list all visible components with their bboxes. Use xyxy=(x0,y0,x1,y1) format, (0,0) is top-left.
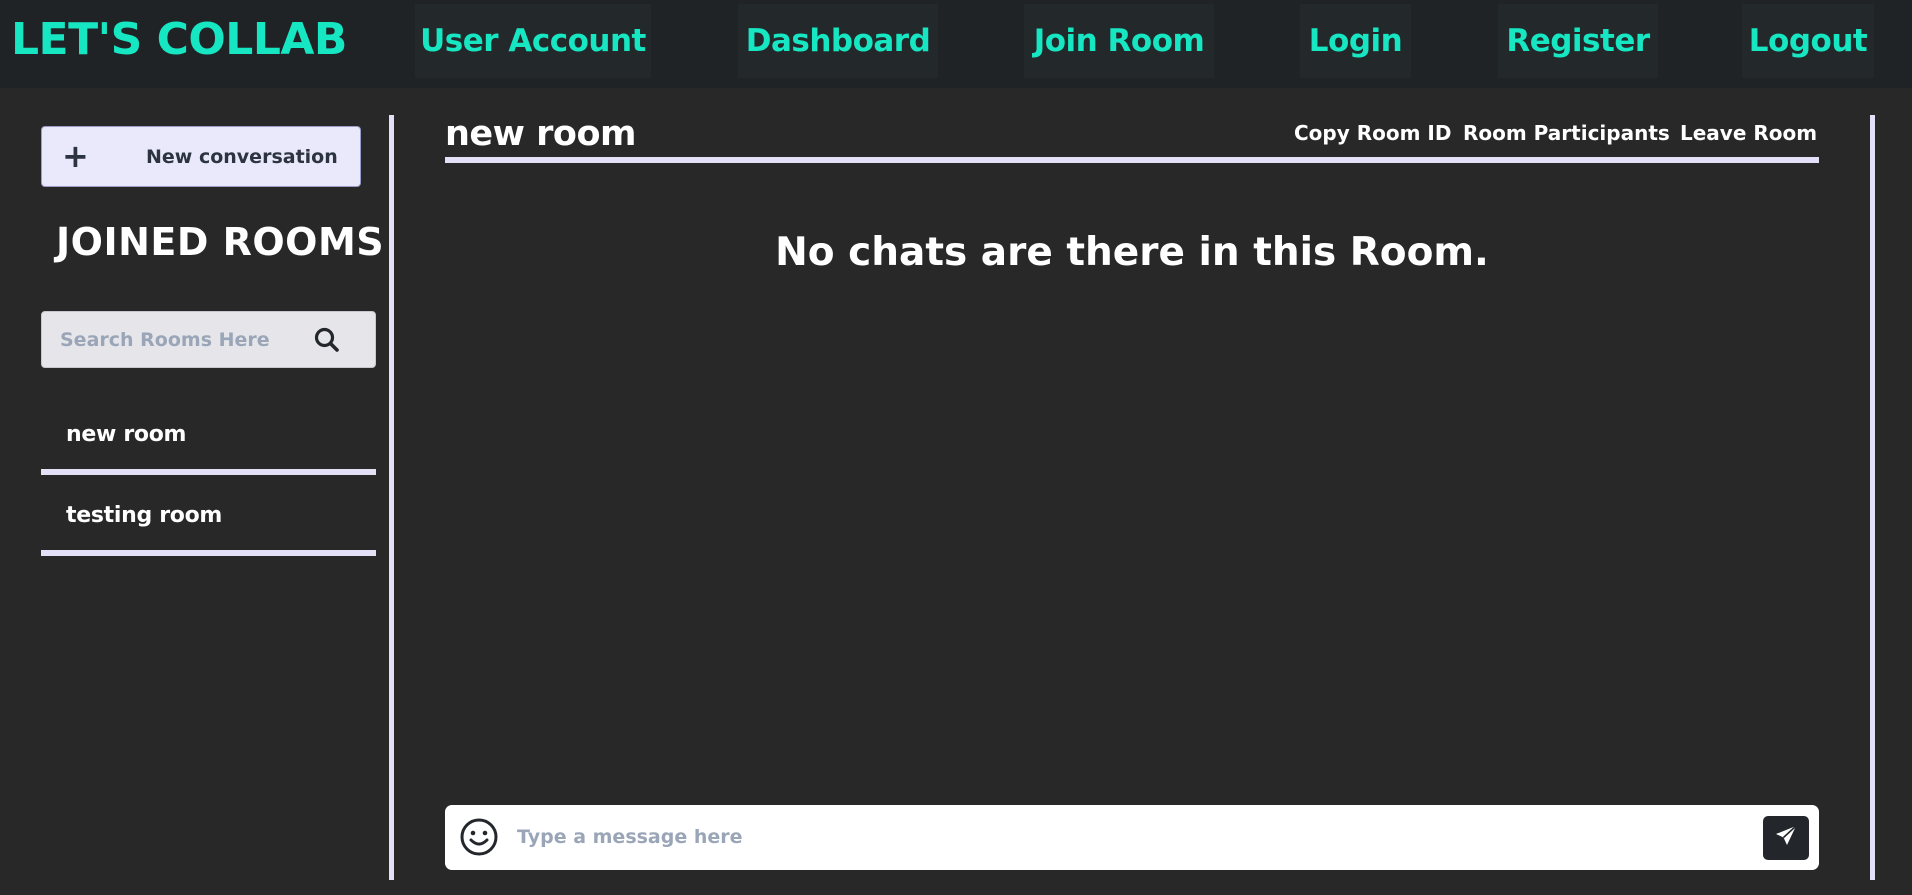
nav-login[interactable]: Login xyxy=(1300,4,1411,78)
new-conversation-label: New conversation xyxy=(146,146,338,168)
room-name: testing room xyxy=(66,503,223,528)
new-conversation-button[interactable]: + New conversation xyxy=(41,126,361,187)
search-rooms-box xyxy=(41,311,376,368)
brand-logo[interactable]: LET'S COLLAB xyxy=(11,14,347,65)
message-composer xyxy=(445,805,1819,870)
copy-room-id-button[interactable]: Copy Room ID xyxy=(1294,121,1451,145)
room-name: new room xyxy=(66,422,187,447)
joined-rooms-heading: JOINED ROOMS xyxy=(56,220,385,264)
right-divider xyxy=(1870,115,1875,880)
nav-join-room[interactable]: Join Room xyxy=(1024,4,1214,78)
room-list-item[interactable]: new room xyxy=(41,395,376,475)
search-rooms-input[interactable] xyxy=(60,324,310,356)
top-navbar: LET'S COLLAB User Account Dashboard Join… xyxy=(0,0,1912,88)
nav-user-account[interactable]: User Account xyxy=(415,4,651,78)
search-icon[interactable] xyxy=(312,325,342,355)
nav-logout[interactable]: Logout xyxy=(1742,4,1874,78)
leave-room-button[interactable]: Leave Room xyxy=(1680,121,1817,145)
nav-register[interactable]: Register xyxy=(1498,4,1658,78)
empty-chat-message: No chats are there in this Room. xyxy=(775,230,1489,275)
header-divider xyxy=(445,157,1819,163)
paper-plane-icon xyxy=(1774,824,1798,852)
room-title: new room xyxy=(445,114,637,154)
plus-icon: + xyxy=(62,137,89,175)
sidebar-divider xyxy=(389,115,394,880)
room-participants-button[interactable]: Room Participants xyxy=(1463,121,1670,145)
smiley-icon[interactable] xyxy=(459,817,499,857)
room-list-item[interactable]: testing room xyxy=(41,476,376,556)
message-input[interactable] xyxy=(517,819,1717,855)
nav-dashboard[interactable]: Dashboard xyxy=(738,4,938,78)
send-button[interactable] xyxy=(1763,816,1809,860)
